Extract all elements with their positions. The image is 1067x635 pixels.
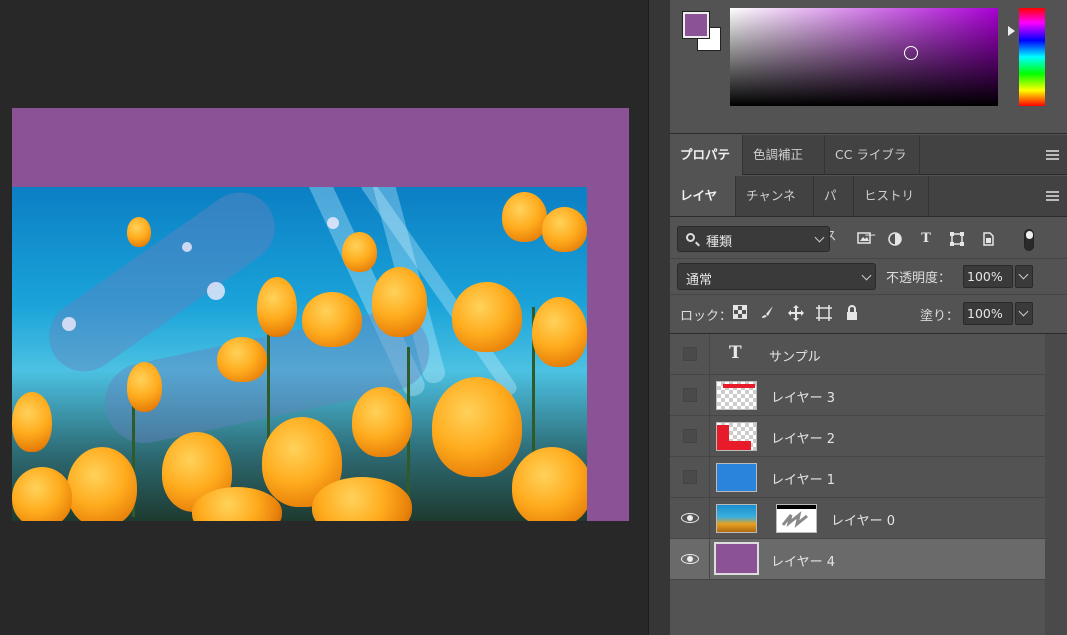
layer-name: レイヤー 4: [771, 555, 836, 570]
layers-scrollbar[interactable]: [1045, 334, 1067, 635]
tab-adjustments[interactable]: 色調補正: [743, 135, 825, 175]
layers-tabbar: レイヤー チャンネル パス ヒストリー: [670, 176, 1067, 243]
layer-row-layer-2[interactable]: レイヤー 2: [670, 416, 1045, 457]
eye-icon: [680, 552, 700, 566]
layer-row-layer-1[interactable]: レイヤー 1: [670, 457, 1045, 498]
type-filter-icon[interactable]: T: [919, 232, 933, 246]
opacity-input[interactable]: 100%: [963, 265, 1013, 288]
image-filter-icon[interactable]: [857, 232, 871, 246]
lock-image-pixels-icon[interactable]: [760, 305, 776, 321]
smart-object-filter-icon[interactable]: [981, 232, 995, 246]
visibility-toggle[interactable]: [670, 457, 710, 497]
fill-dropdown[interactable]: [1015, 302, 1033, 325]
chevron-down-icon: [814, 232, 825, 243]
layer-thumbnail: [716, 381, 757, 410]
visibility-toggle[interactable]: [670, 334, 710, 374]
visibility-toggle[interactable]: [670, 539, 710, 579]
layer-filter-row: 種類 T: [670, 217, 1067, 258]
visibility-toggle[interactable]: [670, 416, 710, 456]
tab-cc-libraries[interactable]: CC ライブラリ: [825, 135, 920, 202]
fill-input[interactable]: 100%: [963, 302, 1013, 325]
chevron-down-icon: [861, 270, 872, 281]
visibility-hidden-box: [683, 347, 697, 361]
lock-all-icon[interactable]: [844, 305, 860, 321]
tab-properties[interactable]: プロパティ: [670, 135, 743, 202]
panel-dock-strip: [648, 0, 670, 635]
opacity-dropdown[interactable]: [1015, 265, 1033, 288]
tab-history[interactable]: ヒストリー: [854, 176, 929, 243]
layer-row-sample[interactable]: T サンプル: [670, 334, 1045, 375]
tab-layers[interactable]: レイヤー: [670, 176, 736, 243]
text-layer-icon: T: [729, 343, 742, 363]
chevron-down-icon: [1018, 269, 1029, 280]
shape-filter-icon[interactable]: [950, 232, 964, 246]
lock-label: ロック：: [680, 309, 733, 324]
adjustment-filter-icon[interactable]: [888, 232, 902, 246]
canvas-area[interactable]: [0, 0, 648, 635]
document-canvas[interactable]: [12, 108, 629, 521]
layer-thumbnail: [716, 463, 757, 492]
color-panel: [670, 0, 1067, 134]
layer-thumbnail: [716, 422, 757, 451]
foreground-color-swatch[interactable]: [682, 11, 710, 39]
eye-icon: [680, 511, 700, 525]
lock-row: ロック： 塗り： 100%: [670, 294, 1067, 332]
fill-label: 塗り：: [920, 309, 960, 324]
lock-artboard-icon[interactable]: [816, 305, 832, 321]
layer-thumbnail: [716, 504, 757, 533]
filter-kind-value: 種類: [706, 235, 733, 250]
filter-kind-select[interactable]: 種類: [677, 226, 830, 252]
tab-paths[interactable]: パス: [814, 176, 854, 243]
layer-row-layer-3[interactable]: レイヤー 3: [670, 375, 1045, 416]
layer-name: サンプル: [769, 350, 821, 365]
search-icon: [686, 233, 695, 242]
layer-name: レイヤー 0: [831, 514, 896, 529]
layer-row-layer-4[interactable]: レイヤー 4: [670, 539, 1045, 580]
visibility-hidden-box: [683, 388, 697, 402]
layer-name: レイヤー 3: [771, 391, 836, 406]
blend-mode-value: 通常: [686, 273, 713, 288]
layers-list: T サンプル レイヤー 3 レイヤー 2 レイヤー 1 レイヤー 0 レイヤー …: [670, 333, 1067, 635]
layer-thumbnail: [714, 542, 759, 575]
color-picker-field[interactable]: [730, 8, 998, 106]
filter-toggle-switch[interactable]: [1024, 229, 1034, 251]
right-panel: プロパティ 色調補正 CC ライブラリ レイヤー チャンネル パス ヒストリー …: [670, 0, 1067, 635]
properties-tabbar: プロパティ 色調補正 CC ライブラリ: [670, 135, 1067, 202]
blend-mode-select[interactable]: 通常: [677, 263, 876, 290]
visibility-hidden-box: [683, 429, 697, 443]
lock-transparent-pixels-icon[interactable]: [732, 305, 748, 321]
layer-name: レイヤー 2: [771, 432, 836, 447]
opacity-label: 不透明度：: [886, 271, 952, 286]
panel-menu-icon[interactable]: [1046, 191, 1059, 201]
visibility-hidden-box: [683, 470, 697, 484]
visibility-toggle[interactable]: [670, 375, 710, 415]
blend-row: 通常 不透明度： 100%: [670, 258, 1067, 294]
color-picker-cursor[interactable]: [904, 46, 918, 60]
layer-mask-thumbnail[interactable]: [776, 504, 817, 533]
hue-slider[interactable]: [1019, 8, 1045, 106]
chevron-down-icon: [1018, 306, 1029, 317]
panel-menu-icon[interactable]: [1046, 150, 1059, 160]
visibility-toggle[interactable]: [670, 498, 710, 538]
layer-row-layer-0[interactable]: レイヤー 0: [670, 498, 1045, 539]
flower-photo: [12, 187, 587, 521]
lock-position-icon[interactable]: [788, 305, 804, 321]
tab-channels[interactable]: チャンネル: [736, 176, 814, 243]
layer-name: レイヤー 1: [771, 473, 836, 488]
hue-slider-arrow-icon[interactable]: [1008, 26, 1015, 36]
